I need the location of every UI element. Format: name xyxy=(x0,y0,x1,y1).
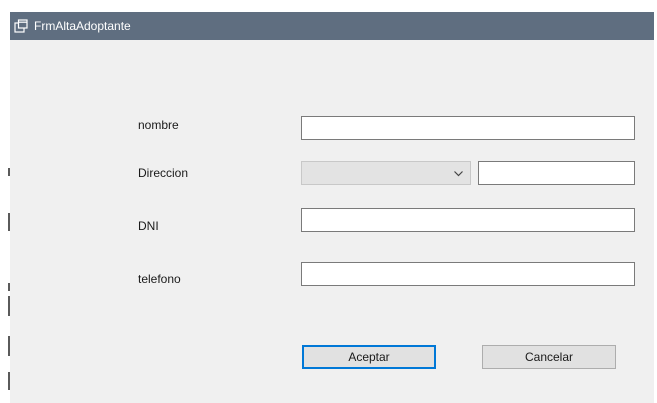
window-form-icon xyxy=(14,19,28,33)
telefono-input[interactable] xyxy=(301,262,635,286)
dni-label: DNI xyxy=(138,219,159,233)
accept-button[interactable]: Aceptar xyxy=(302,345,436,369)
window-title: FrmAltaAdoptante xyxy=(34,19,131,33)
cancel-button[interactable]: Cancelar xyxy=(482,345,616,369)
direccion-input[interactable] xyxy=(478,161,635,185)
title-bar[interactable]: FrmAltaAdoptante xyxy=(10,12,654,40)
direccion-label: Direccion xyxy=(138,166,189,180)
nombre-label: nombre xyxy=(138,118,179,132)
direccion-dropdown[interactable] xyxy=(301,161,471,185)
form-window: FrmAltaAdoptante nombre Direccion DNI te… xyxy=(10,12,654,403)
nombre-input[interactable] xyxy=(301,116,635,140)
telefono-label: telefono xyxy=(138,272,181,286)
dni-input[interactable] xyxy=(301,208,635,232)
screen: FrmAltaAdoptante nombre Direccion DNI te… xyxy=(0,0,657,403)
chevron-down-icon[interactable] xyxy=(453,168,464,179)
